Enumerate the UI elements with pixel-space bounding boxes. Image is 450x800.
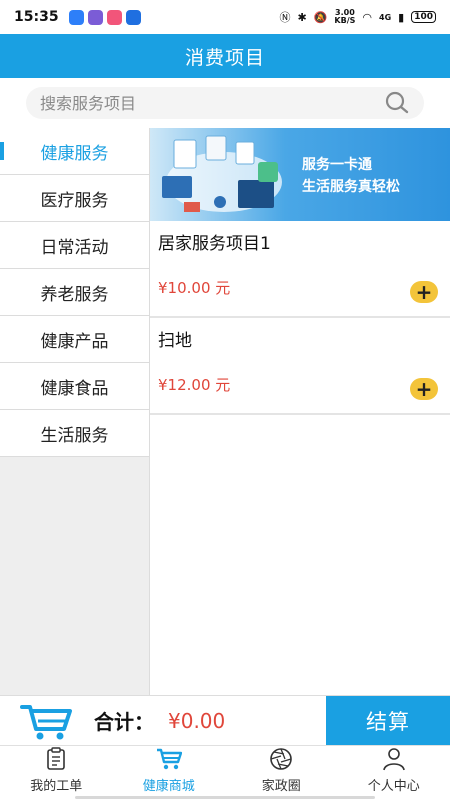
product-list: 服务一卡通 生活服务真轻松 居家服务项目1 ¥10.00 元 + 扫地 ¥12.…: [150, 128, 450, 695]
mute-icon: 🔕: [313, 10, 328, 24]
add-to-cart-button[interactable]: +: [410, 281, 438, 303]
sidebar-item-label: 健康服务: [40, 143, 109, 164]
product-item[interactable]: 扫地 ¥12.00 元 +: [150, 318, 450, 415]
tab-housekeeping-circle[interactable]: 家政圈: [225, 746, 338, 800]
search-area: [0, 78, 450, 128]
plus-icon: +: [415, 280, 433, 304]
nfc-icon: Ⓝ: [279, 11, 291, 24]
tab-label: 个人中心: [367, 779, 420, 794]
banner-line-1: 服务一卡通: [302, 157, 372, 173]
notification-icons: [68, 9, 141, 25]
network-speed-unit: KB/S: [334, 16, 356, 25]
search-input[interactable]: [40, 93, 384, 113]
promo-banner[interactable]: 服务一卡通 生活服务真轻松: [150, 128, 450, 221]
home-indicator: [75, 796, 375, 799]
sidebar-item-label: 健康产品: [40, 331, 109, 352]
status-indicators: Ⓝ ✱ 🔕 3.00 KB/S ◠ 4G ▮ 100: [279, 9, 436, 25]
network-type: 4G: [379, 12, 392, 22]
battery-indicator: 100: [411, 11, 436, 23]
sidebar-item-elderly-care[interactable]: 养老服务: [0, 269, 149, 316]
status-bar: 15:35 Ⓝ ✱ 🔕 3.00 KB/S ◠ 4G ▮ 100: [0, 0, 450, 34]
banner-line-2: 生活服务真轻松: [302, 179, 400, 195]
banner-slogan: 服务一卡通 生活服务真轻松: [302, 154, 400, 198]
bluetooth-icon: ✱: [297, 10, 307, 24]
sidebar-item-label: 日常活动: [40, 237, 109, 258]
sidebar-item-daily-activities[interactable]: 日常活动: [0, 222, 149, 269]
sidebar-item-medical-services[interactable]: 医疗服务: [0, 175, 149, 222]
sidebar-item-life-services[interactable]: 生活服务: [0, 410, 149, 457]
sidebar-item-label: 健康食品: [40, 378, 109, 399]
tab-my-orders[interactable]: 我的工单: [0, 746, 113, 800]
cloud-services-illustration: [162, 135, 282, 212]
app-notification-icon: [68, 9, 84, 25]
sidebar-item-health-services[interactable]: 健康服务: [0, 128, 149, 175]
product-name: 扫地: [158, 331, 192, 351]
sidebar-item-health-food[interactable]: 健康食品: [0, 363, 149, 410]
product-price: ¥12.00 元: [158, 376, 231, 394]
total-label: 合计：: [94, 710, 154, 734]
bottom-tab-bar: 我的工单 健康商城 家政圈 个人中心: [0, 745, 450, 800]
page-title: 消费项目: [184, 46, 265, 69]
cart-icon: [156, 748, 182, 770]
page-header: 消费项目: [0, 34, 450, 78]
signal-icon: ▮: [398, 10, 405, 24]
sidebar-item-label: 养老服务: [40, 284, 109, 305]
tab-health-mall[interactable]: 健康商城: [113, 746, 226, 800]
tab-personal-center[interactable]: 个人中心: [338, 746, 450, 800]
total-value: ¥0.00: [168, 708, 226, 733]
sidebar-item-health-products[interactable]: 健康产品: [0, 316, 149, 363]
app-notification-icon: [87, 9, 103, 25]
network-speed: 3.00 KB/S: [334, 9, 355, 25]
aperture-icon: [270, 748, 293, 770]
cart-bar: 合计： ¥0.00 结算: [0, 695, 450, 746]
sidebar-item-label: 生活服务: [40, 425, 109, 446]
status-time: 15:35: [14, 9, 59, 25]
wifi-icon: ◠: [362, 10, 372, 24]
product-item[interactable]: 居家服务项目1 ¥10.00 元 +: [150, 221, 450, 318]
sidebar-item-label: 医疗服务: [40, 190, 109, 211]
tab-label: 我的工单: [30, 779, 83, 794]
clipboard-icon: [47, 747, 66, 770]
category-sidebar: 健康服务 医疗服务 日常活动 养老服务 健康产品 健康食品 生活服务: [0, 128, 150, 695]
app-notification-icon: [125, 9, 141, 25]
tab-label: 家政圈: [261, 779, 301, 794]
checkout-button[interactable]: 结算: [326, 695, 450, 746]
app-notification-icon: [106, 9, 122, 25]
search-box[interactable]: [26, 87, 424, 119]
shopping-cart-icon[interactable]: [20, 701, 72, 741]
search-icon[interactable]: [384, 91, 410, 115]
person-icon: [382, 748, 405, 771]
tab-label: 健康商城: [142, 779, 195, 794]
add-to-cart-button[interactable]: +: [410, 378, 438, 400]
product-name: 居家服务项目1: [158, 234, 271, 254]
product-price: ¥10.00 元: [158, 279, 231, 297]
plus-icon: +: [415, 377, 433, 401]
